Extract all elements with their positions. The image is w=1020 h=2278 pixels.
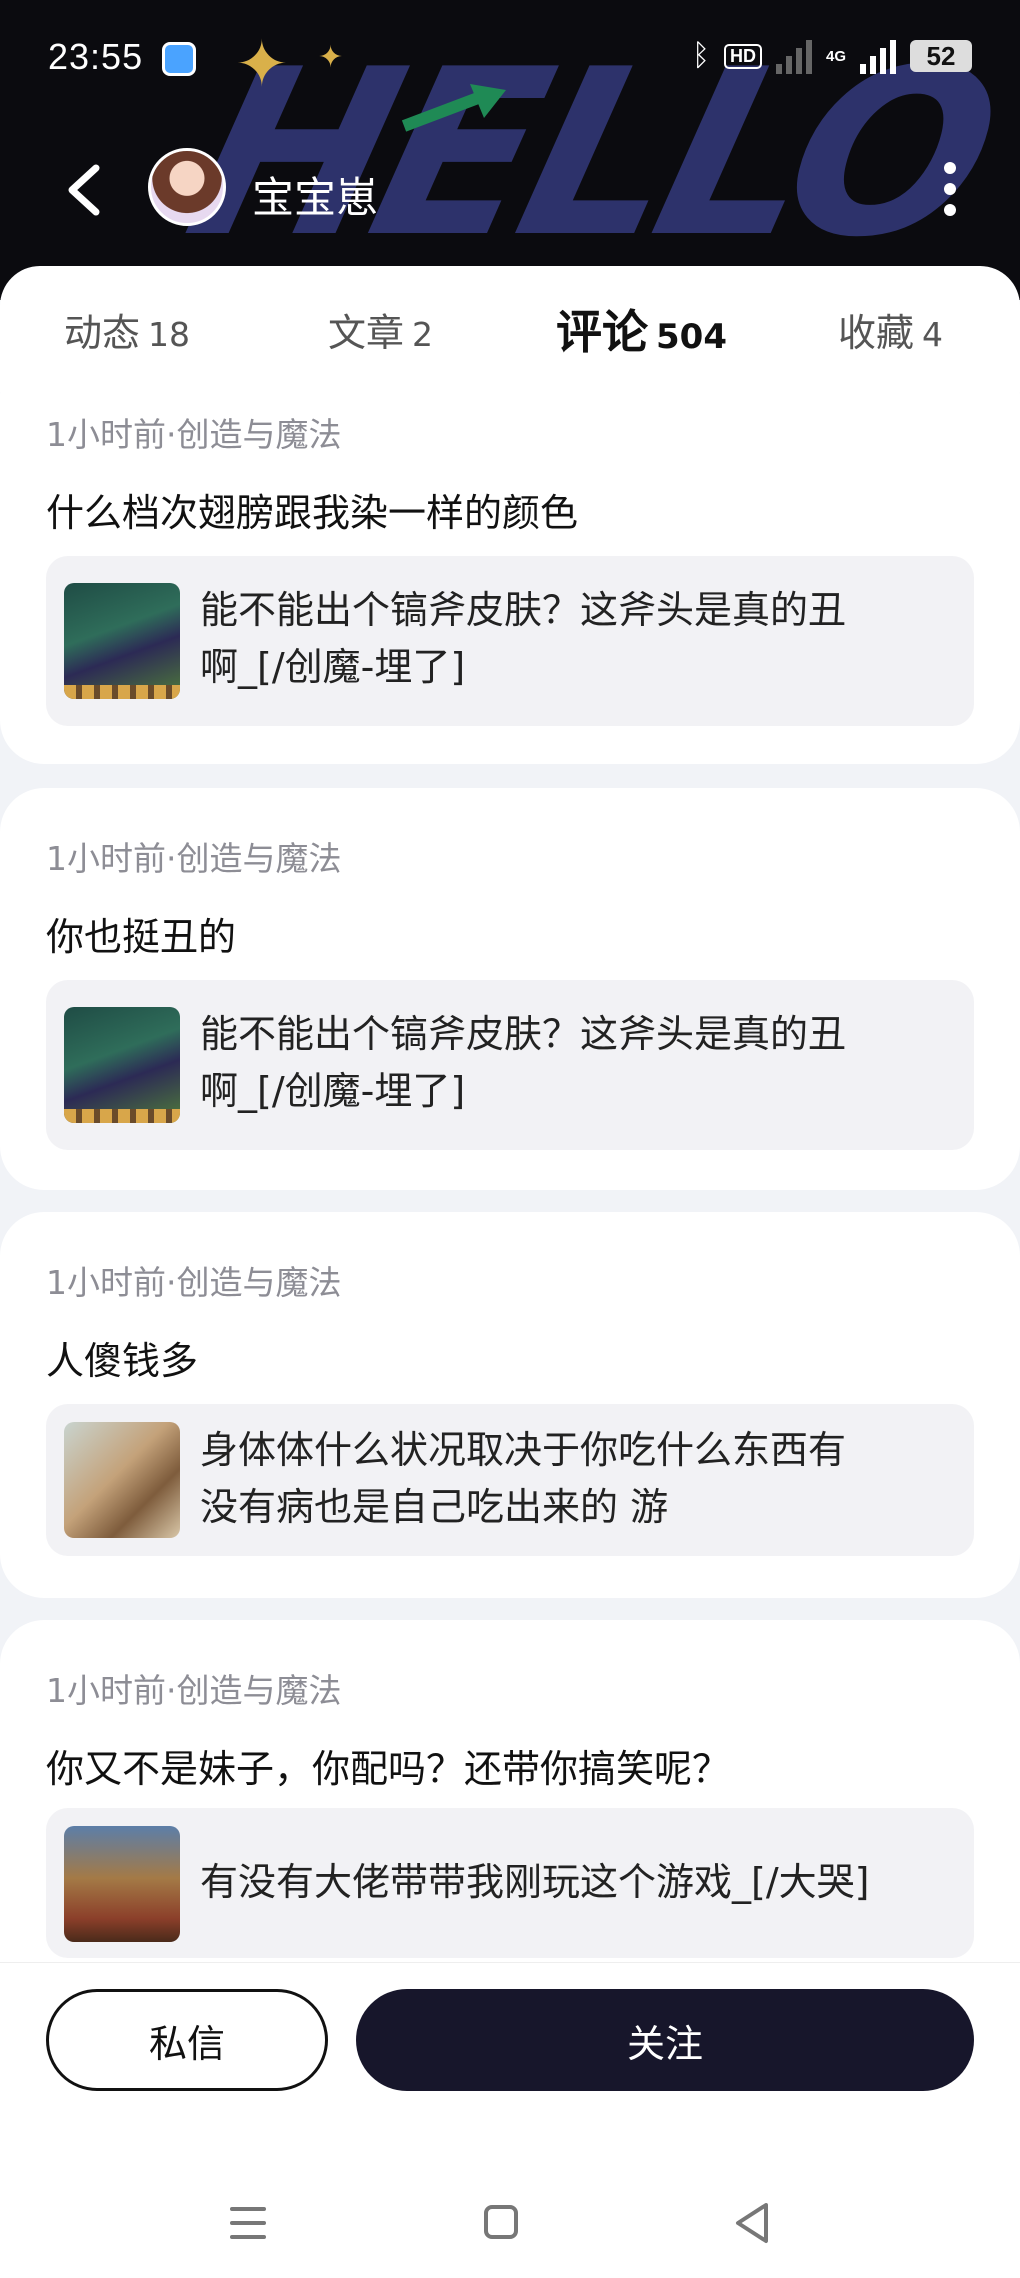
back-arrow-icon[interactable] bbox=[60, 162, 110, 218]
tab-label: 文章 bbox=[328, 311, 405, 355]
follow-button[interactable]: 关注 bbox=[356, 1989, 974, 2091]
tab-articles[interactable]: 文章 2 bbox=[328, 302, 433, 357]
tab-comments[interactable]: 评论 504 bbox=[551, 296, 732, 363]
direct-message-button[interactable]: 私信 bbox=[46, 1989, 328, 2091]
quote-line: 身体体什么状况取决于你吃什么东西有 bbox=[200, 1428, 847, 1472]
post-thumbnail bbox=[64, 1826, 180, 1942]
comment-feed[interactable]: 1小时前·创造与魔法 什么档次翅膀跟我染一样的颜色 能不能出个镐斧皮肤？这斧头是… bbox=[0, 392, 1020, 1962]
tab-count: 4 bbox=[922, 315, 944, 354]
comment-meta: 1小时前·创造与魔法 bbox=[46, 839, 342, 878]
profile-header: HELLO ✦ ✦ 23:55 ᛒ HD 4G 52 宝宝崽 bbox=[0, 0, 1020, 300]
status-time: 23:55 bbox=[48, 36, 144, 77]
comment-text: 你也挺丑的 bbox=[46, 915, 237, 959]
comment-card[interactable]: 1小时前·创造与魔法 你也挺丑的 能不能出个镐斧皮肤？这斧头是真的丑 啊_[/创… bbox=[0, 788, 1020, 1190]
comment-card[interactable]: 1小时前·创造与魔法 你又不是妹子，你配吗？还带你搞笑呢？ 有没有大佬带带我刚玩… bbox=[0, 1620, 1020, 1962]
tab-label: 收藏 bbox=[838, 311, 915, 355]
avatar[interactable] bbox=[148, 148, 226, 226]
quote-line: 有没有大佬带带我刚玩这个游戏_[/大哭] bbox=[200, 1860, 870, 1904]
hd-badge: HD bbox=[723, 43, 762, 69]
tab-count: 18 bbox=[148, 315, 191, 354]
quote-line: 啊_[/创魔-埋了] bbox=[200, 645, 466, 689]
menu-icon[interactable] bbox=[230, 2207, 266, 2249]
comment-meta: 1小时前·创造与魔法 bbox=[46, 1263, 342, 1302]
comment-meta: 1小时前·创造与魔法 bbox=[46, 415, 342, 454]
post-thumbnail bbox=[64, 1422, 180, 1538]
quote-line: 啊_[/创魔-埋了] bbox=[200, 1069, 466, 1113]
tab-favorites[interactable]: 收藏 4 bbox=[838, 302, 943, 357]
quote-line: 没有病也是自己吃出来的 游 bbox=[200, 1485, 669, 1529]
comment-text: 人傻钱多 bbox=[46, 1339, 199, 1383]
comment-card[interactable]: 1小时前·创造与魔法 什么档次翅膀跟我染一样的颜色 能不能出个镐斧皮肤？这斧头是… bbox=[0, 392, 1020, 764]
profile-nav: 宝宝崽 bbox=[0, 140, 1020, 240]
comment-meta: 1小时前·创造与魔法 bbox=[46, 1671, 342, 1710]
tab-count: 504 bbox=[656, 317, 727, 357]
tab-count: 2 bbox=[412, 315, 434, 354]
quote-line: 能不能出个镐斧皮肤？这斧头是真的丑 bbox=[200, 588, 847, 632]
tab-label: 动态 bbox=[64, 311, 141, 355]
status-bar: 23:55 ᛒ HD 4G 52 bbox=[0, 0, 1020, 118]
bottom-action-bar: 私信 关注 bbox=[0, 1962, 1020, 2278]
quoted-post-text: 能不能出个镐斧皮肤？这斧头是真的丑 啊_[/创魔-埋了] bbox=[200, 582, 944, 696]
comment-text: 你又不是妹子，你配吗？还带你搞笑呢？ bbox=[46, 1747, 731, 1791]
user-name: 宝宝崽 bbox=[252, 173, 379, 222]
post-thumbnail bbox=[64, 583, 180, 699]
bluetooth-icon: ᛒ bbox=[691, 39, 710, 72]
comment-card[interactable]: 1小时前·创造与魔法 人傻钱多 身体体什么状况取决于你吃什么东西有 没有病也是自… bbox=[0, 1212, 1020, 1598]
post-thumbnail bbox=[64, 1007, 180, 1123]
quoted-post-text: 能不能出个镐斧皮肤？这斧头是真的丑 啊_[/创魔-埋了] bbox=[200, 1006, 944, 1120]
notification-app-icon bbox=[162, 42, 196, 76]
signal-icon-sim1 bbox=[775, 38, 812, 74]
tab-label: 评论 bbox=[556, 305, 648, 359]
quoted-post-text: 身体体什么状况取决于你吃什么东西有 没有病也是自己吃出来的 游 bbox=[200, 1422, 944, 1536]
system-nav-bar bbox=[0, 2199, 1020, 2259]
quoted-post[interactable]: 能不能出个镐斧皮肤？这斧头是真的丑 啊_[/创魔-埋了] bbox=[46, 556, 974, 726]
comment-text: 什么档次翅膀跟我染一样的颜色 bbox=[46, 491, 579, 535]
quoted-post[interactable]: 能不能出个镐斧皮肤？这斧头是真的丑 啊_[/创魔-埋了] bbox=[46, 980, 974, 1150]
quoted-post[interactable]: 身体体什么状况取决于你吃什么东西有 没有病也是自己吃出来的 游 bbox=[46, 1404, 974, 1556]
profile-tabs: 动态 18 文章 2 评论 504 收藏 4 bbox=[0, 266, 1020, 392]
back-triangle-icon[interactable] bbox=[732, 2201, 772, 2245]
home-icon[interactable] bbox=[484, 2205, 518, 2239]
more-vertical-icon[interactable] bbox=[940, 162, 960, 216]
quoted-post-text: 有没有大佬带带我刚玩这个游戏_[/大哭] bbox=[200, 1854, 944, 1911]
status-indicators: ᛒ HD 4G 52 bbox=[692, 34, 972, 78]
network-type: 4G bbox=[825, 47, 846, 65]
quote-line: 能不能出个镐斧皮肤？这斧头是真的丑 bbox=[200, 1012, 847, 1056]
signal-icon-sim2 bbox=[860, 38, 896, 74]
quoted-post[interactable]: 有没有大佬带带我刚玩这个游戏_[/大哭] bbox=[46, 1808, 974, 1958]
tab-dynamics[interactable]: 动态 18 bbox=[64, 302, 190, 357]
battery-icon: 52 bbox=[910, 40, 972, 72]
